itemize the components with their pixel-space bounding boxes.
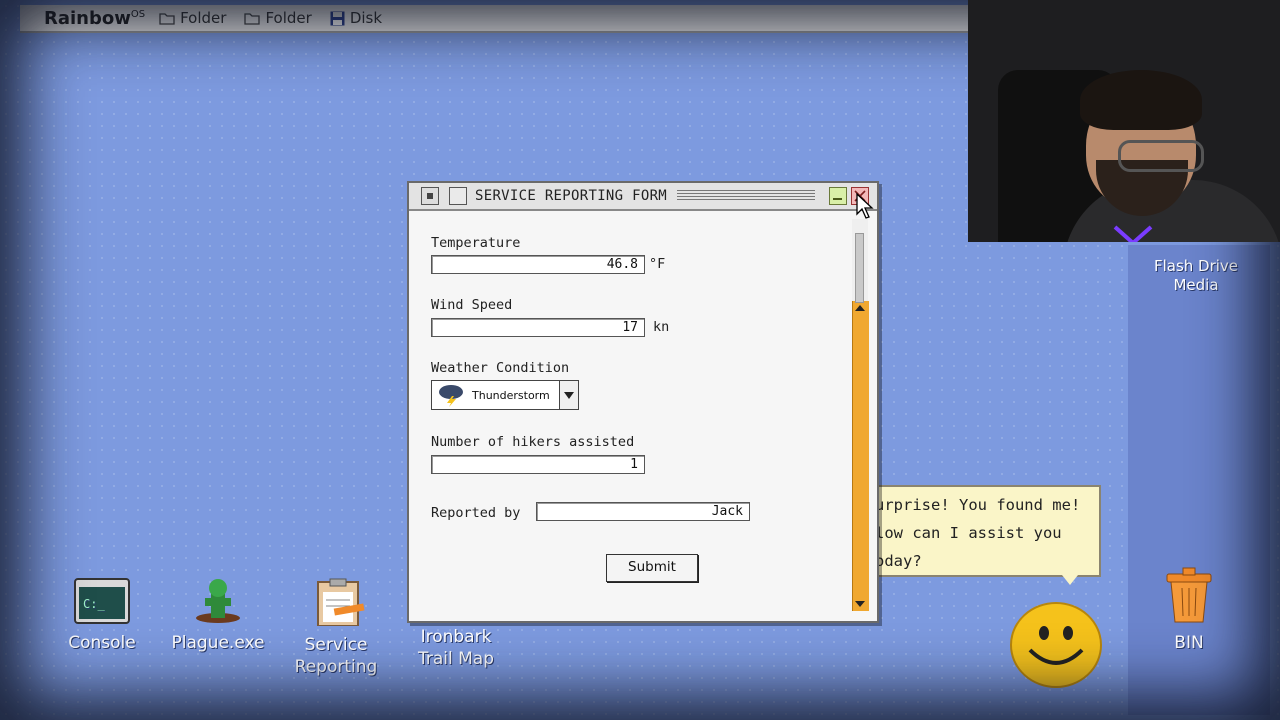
assistant-speech-bubble: urprise! You found me! low can I assist …: [875, 485, 1101, 577]
assistant-line-1: urprise! You found me!: [875, 496, 1081, 514]
service-reporting-label-1: Service: [304, 635, 368, 655]
weather-condition-select[interactable]: Thunderstorm: [431, 380, 579, 410]
flash-drive-media[interactable]: Flash Drive Media: [1140, 257, 1252, 295]
wind-speed-unit: kn: [653, 319, 670, 335]
menu-folder-1-label: Folder: [180, 9, 227, 27]
menu-folder-2[interactable]: Folder: [244, 9, 312, 27]
window-menu-button[interactable]: [421, 187, 439, 205]
menu-disk-label: Disk: [349, 9, 383, 27]
mouse-cursor-icon: [856, 192, 874, 219]
person-hair: [1080, 70, 1202, 130]
hikers-assisted-label: Number of hikers assisted: [431, 434, 635, 450]
menu-bar: RainbowOS Folder Folder Disk: [20, 5, 968, 33]
flash-drive-label-2: Media: [1173, 276, 1219, 294]
plague-label: Plague.exe: [171, 633, 265, 653]
smiley-icon[interactable]: [1008, 600, 1104, 690]
assistant-line-3: oday?: [875, 552, 922, 570]
minimize-button[interactable]: [829, 187, 847, 205]
service-reporting-label-2: Reporting: [294, 657, 378, 677]
plague-desktop-icon[interactable]: Plague.exe: [165, 578, 271, 654]
scroll-down-icon[interactable]: [853, 599, 867, 609]
window-title: SERVICE REPORTING FORM: [475, 188, 668, 204]
console-desktop-icon[interactable]: C:_ Console: [58, 578, 146, 654]
folder-icon: [159, 12, 175, 25]
trash-icon: [1166, 567, 1212, 623]
clipboard-icon: [317, 578, 365, 627]
svg-text:C:_: C:_: [83, 597, 105, 611]
temperature-input[interactable]: 46.8: [431, 255, 645, 274]
weather-condition-value: Thunderstorm: [472, 389, 550, 402]
scrollbar-accent[interactable]: [852, 301, 869, 611]
menu-folder-2-label: Folder: [265, 9, 312, 27]
temperature-label: Temperature: [431, 235, 521, 251]
assistant-line-2: low can I assist you: [875, 524, 1062, 542]
thunderstorm-icon: [439, 385, 463, 407]
submit-button[interactable]: Submit: [606, 554, 698, 582]
bin-label: BIN: [1174, 633, 1204, 653]
disk-icon: [330, 11, 345, 25]
rainbow-os-logo[interactable]: RainbowOS: [44, 8, 145, 29]
menu-disk[interactable]: Disk: [330, 9, 382, 27]
scroll-up-icon[interactable]: [853, 303, 867, 313]
reported-by-label: Reported by: [431, 505, 521, 521]
console-icon: C:_: [74, 578, 130, 624]
wind-speed-label: Wind Speed: [431, 297, 513, 313]
ironbark-label-2: Trail Map: [417, 649, 495, 669]
hikers-assisted-input[interactable]: 1: [431, 455, 645, 474]
bin-desktop-icon[interactable]: BIN: [1150, 566, 1228, 654]
person-glasses: [1118, 140, 1204, 172]
plague-icon: [196, 579, 240, 623]
scrollbar-thumb[interactable]: [855, 233, 864, 303]
window-titlebar[interactable]: SERVICE REPORTING FORM: [409, 183, 877, 211]
service-reporting-window: SERVICE REPORTING FORM Temperature 46.8 …: [407, 181, 879, 623]
wind-speed-input[interactable]: 17: [431, 318, 645, 337]
console-label: Console: [68, 633, 136, 653]
menu-folder-1[interactable]: Folder: [159, 9, 226, 27]
weather-condition-label: Weather Condition: [431, 360, 570, 376]
temperature-unit: °F: [649, 256, 666, 272]
window-zoom-button[interactable]: [449, 187, 467, 205]
service-reporting-desktop-icon[interactable]: Service Reporting: [287, 578, 385, 678]
ironbark-label-1: Ironbark: [420, 627, 492, 647]
speech-bubble-tail: [1062, 575, 1078, 585]
reported-by-input[interactable]: Jack: [536, 502, 750, 521]
desktop: RainbowOS Folder Folder Disk Flash Drive…: [0, 0, 1280, 720]
folder-icon: [244, 12, 261, 25]
chevron-down-icon[interactable]: [559, 381, 578, 409]
flash-drive-label-1: Flash Drive: [1153, 257, 1239, 275]
titlebar-stripes: [677, 190, 815, 202]
streamer-logo-icon: [1113, 225, 1153, 242]
webcam-overlay: [968, 0, 1280, 242]
